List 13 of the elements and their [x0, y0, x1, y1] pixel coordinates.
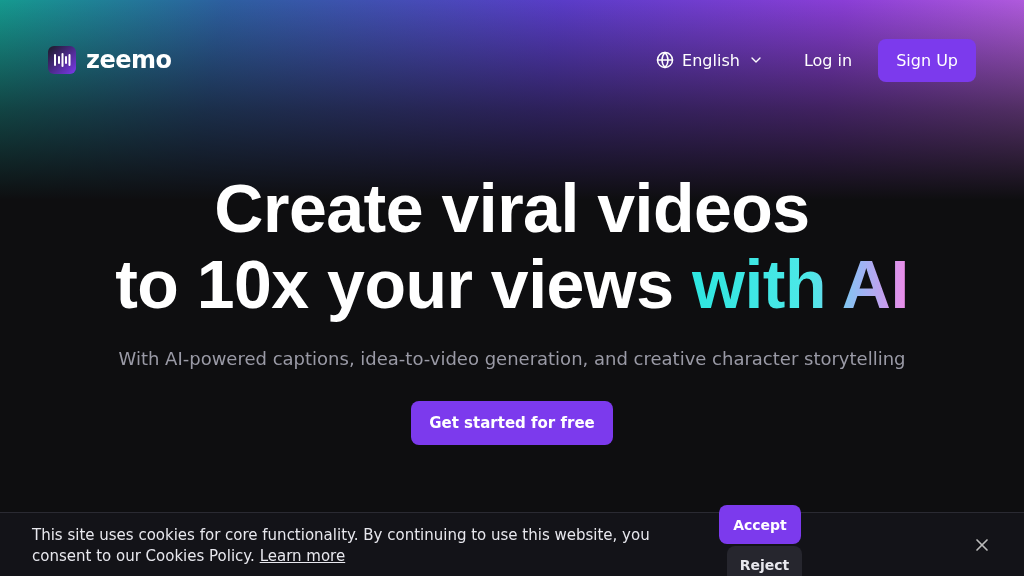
logo-text: zeemo — [86, 46, 172, 74]
logo-icon — [48, 46, 76, 74]
globe-icon — [656, 51, 675, 69]
cookie-text: This site uses cookies for core functionality. By continuing to use this website, you consent to our Cookies Policy. Learn more — [32, 525, 651, 567]
hero-subtitle: With AI-powered captions, idea-to-video generation, and creative character storytelling — [118, 348, 906, 369]
login-link[interactable]: Log in — [785, 42, 871, 78]
signup-button[interactable]: Sign Up — [878, 38, 976, 82]
hero-title: Create viral videos to 10x your views with AI — [115, 170, 909, 322]
language-selector[interactable]: English — [642, 42, 778, 78]
accept-button[interactable]: Accept — [719, 505, 801, 544]
reject-button[interactable]: Reject — [727, 546, 802, 576]
get-started-button[interactable]: Get started for free — [411, 401, 613, 445]
learn-more-link[interactable]: Learn more — [259, 547, 346, 565]
